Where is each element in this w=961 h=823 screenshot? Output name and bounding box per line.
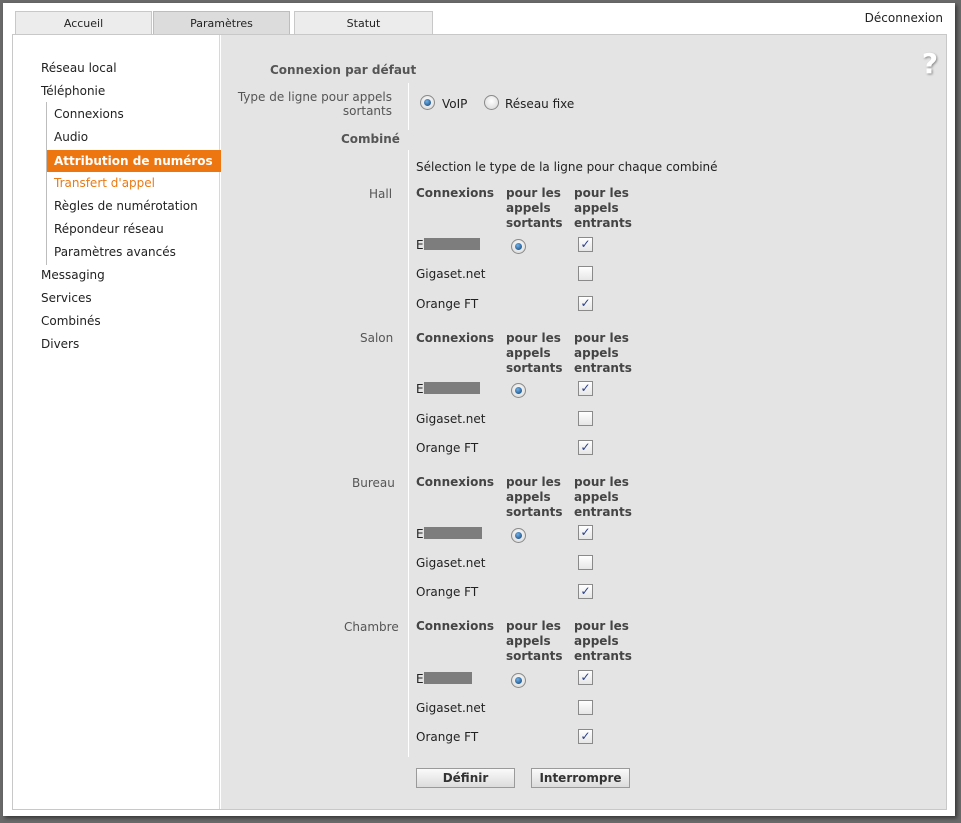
voip-radio[interactable] xyxy=(420,95,435,110)
row-label-e: E xyxy=(416,382,424,396)
col-header-connections: Connexions xyxy=(416,619,495,633)
sidebar-item-divers[interactable]: Divers xyxy=(41,337,79,351)
incoming-checkbox[interactable]: ✓ xyxy=(578,584,593,599)
sidebar: Réseau local Téléphonie Connexions Audio… xyxy=(13,35,228,809)
sidebar-item-services[interactable]: Services xyxy=(41,291,92,305)
incoming-checkbox[interactable]: ✓ xyxy=(578,525,593,540)
row-label-gigaset: Gigaset.net xyxy=(416,267,486,281)
incoming-checkbox[interactable]: ✓ xyxy=(578,440,593,455)
incoming-checkbox[interactable] xyxy=(578,700,593,715)
col-header-incoming: pour les appels entrants xyxy=(574,475,632,519)
redacted-block xyxy=(424,382,480,394)
col-header-connections: Connexions xyxy=(416,475,495,489)
sidebar-item-parametres-avances[interactable]: Paramètres avancés xyxy=(54,245,176,259)
reseau-fixe-label: Réseau fixe xyxy=(505,97,575,111)
redacted-block xyxy=(424,527,482,539)
incoming-checkbox[interactable]: ✓ xyxy=(578,670,593,685)
sidebar-item-repondeur-reseau[interactable]: Répondeur réseau xyxy=(54,222,164,236)
main-panel: Réseau local Téléphonie Connexions Audio… xyxy=(12,34,947,810)
cancel-button[interactable]: Interrompre xyxy=(531,768,630,788)
redacted-block xyxy=(424,672,472,684)
incoming-checkbox[interactable]: ✓ xyxy=(578,381,593,396)
outgoing-radio[interactable] xyxy=(511,528,526,543)
incoming-checkbox[interactable] xyxy=(578,555,593,570)
line-type-label: Type de ligne pour appels sortants xyxy=(237,90,392,118)
col-header-outgoing: pour les appels sortants xyxy=(506,331,563,375)
logout-link[interactable]: Déconnexion xyxy=(865,11,943,25)
redacted-block xyxy=(424,238,480,250)
tab-statut[interactable]: Statut xyxy=(294,11,433,36)
sidebar-item-regles-de-numerotation[interactable]: Règles de numérotation xyxy=(54,199,198,213)
row-label-orange: Orange FT xyxy=(416,585,479,599)
sidebar-item-reseau-local[interactable]: Réseau local xyxy=(41,61,117,75)
label-separator xyxy=(408,83,409,130)
row-label-orange: Orange FT xyxy=(416,297,479,311)
row-label-orange: Orange FT xyxy=(416,730,479,744)
outgoing-radio[interactable] xyxy=(511,239,526,254)
handsets-separator xyxy=(408,150,409,757)
sidebar-item-audio[interactable]: Audio xyxy=(54,130,88,144)
row-label-e: E xyxy=(416,672,424,686)
incoming-checkbox[interactable] xyxy=(578,266,593,281)
sidebar-item-connexions[interactable]: Connexions xyxy=(54,107,124,121)
sidebar-item-transfert-d-appel[interactable]: Transfert d'appel xyxy=(54,176,155,190)
col-header-connections: Connexions xyxy=(416,186,495,200)
row-label-gigaset: Gigaset.net xyxy=(416,556,486,570)
incoming-checkbox[interactable]: ✓ xyxy=(578,237,593,252)
row-label-orange: Orange FT xyxy=(416,441,479,455)
col-header-outgoing: pour les appels sortants xyxy=(506,619,563,663)
row-label-gigaset: Gigaset.net xyxy=(416,701,486,715)
section-title-handsets: Combiné xyxy=(341,132,400,146)
row-label-e: E xyxy=(416,238,424,252)
incoming-checkbox[interactable]: ✓ xyxy=(578,296,593,311)
help-icon[interactable]: ? xyxy=(922,47,938,80)
incoming-checkbox[interactable] xyxy=(578,411,593,426)
sidebar-item-messaging[interactable]: Messaging xyxy=(41,268,105,282)
row-label-e: E xyxy=(416,527,424,541)
col-header-outgoing: pour les appels sortants xyxy=(506,186,563,230)
col-header-incoming: pour les appels entrants xyxy=(574,186,632,230)
row-label-gigaset: Gigaset.net xyxy=(416,412,486,426)
content-area: ? Connexion par défaut Type de ligne pou… xyxy=(221,35,946,809)
instruction-text: Sélection le type de la ligne pour chaqu… xyxy=(416,160,718,174)
handset-name: Hall xyxy=(369,187,393,201)
handset-name: Bureau xyxy=(352,476,395,490)
handset-name: Salon xyxy=(360,331,394,345)
sidebar-item-attribution-de-numeros[interactable]: Attribution de numéros xyxy=(47,150,228,172)
col-header-incoming: pour les appels entrants xyxy=(574,331,632,375)
reseau-fixe-radio[interactable] xyxy=(484,95,499,110)
voip-label: VoIP xyxy=(442,97,468,111)
handset-name: Chambre xyxy=(344,620,399,634)
incoming-checkbox[interactable]: ✓ xyxy=(578,729,593,744)
browser-frame: Accueil Paramètres Statut Déconnexion Ré… xyxy=(3,3,955,816)
sidebar-item-combines[interactable]: Combinés xyxy=(41,314,101,328)
section-title-default-connection: Connexion par défaut xyxy=(270,63,417,77)
col-header-outgoing: pour les appels sortants xyxy=(506,475,563,519)
col-header-connections: Connexions xyxy=(416,331,495,345)
sidebar-item-telephonie[interactable]: Téléphonie xyxy=(41,84,105,98)
col-header-incoming: pour les appels entrants xyxy=(574,619,632,663)
outgoing-radio[interactable] xyxy=(511,383,526,398)
submenu-line xyxy=(46,102,47,265)
outgoing-radio[interactable] xyxy=(511,673,526,688)
tab-accueil[interactable]: Accueil xyxy=(15,11,152,36)
define-button[interactable]: Définir xyxy=(416,768,515,788)
